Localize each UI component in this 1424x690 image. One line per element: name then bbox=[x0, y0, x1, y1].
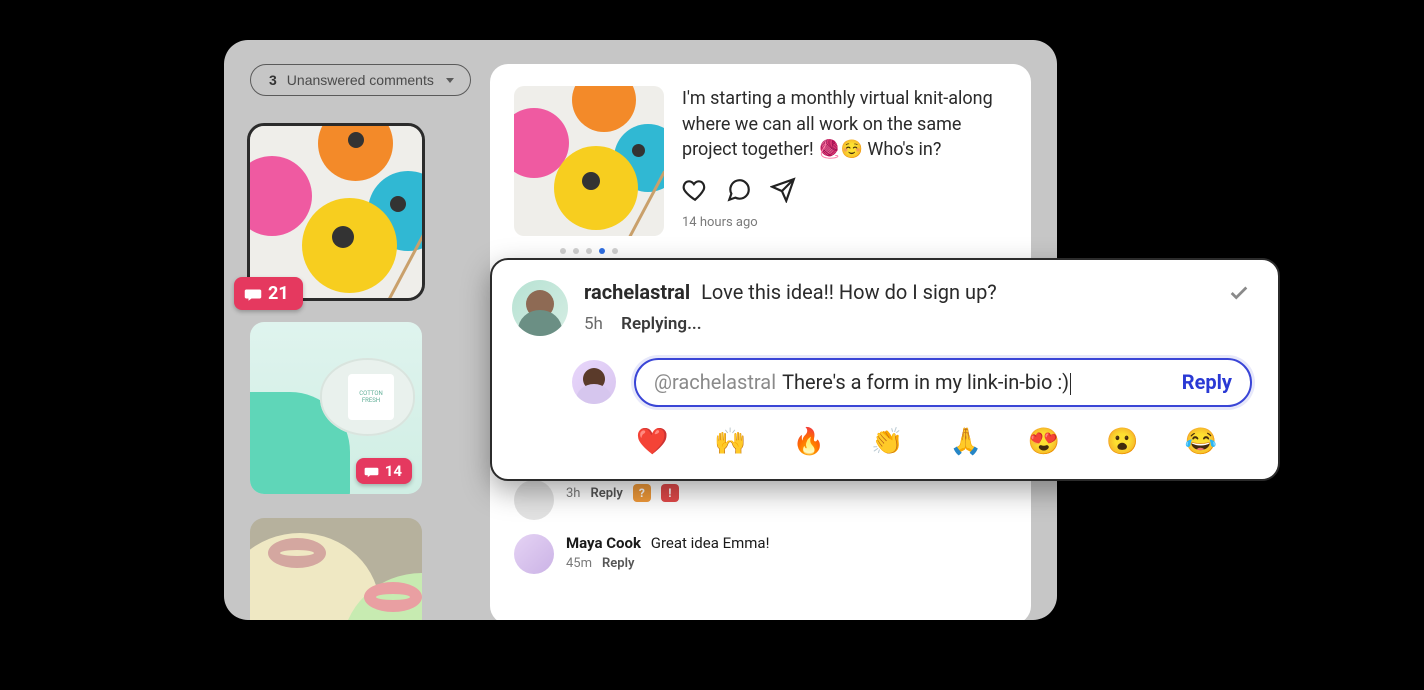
heart-icon bbox=[682, 177, 708, 203]
comment-count-badge: 14 bbox=[356, 458, 412, 484]
reply-mention: @rachelastral bbox=[654, 370, 776, 394]
comment-time: 45m bbox=[566, 556, 592, 571]
comment-count: 21 bbox=[268, 283, 289, 304]
my-avatar bbox=[572, 360, 616, 404]
emoji-fire[interactable]: 🔥 bbox=[793, 427, 825, 457]
thumbnail-image bbox=[250, 518, 422, 620]
reply-draft-text: There's a form in my link-in-bio :) bbox=[782, 370, 1164, 395]
like-button[interactable] bbox=[682, 177, 708, 203]
reply-input[interactable]: @rachelastral There's a form in my link-… bbox=[634, 358, 1252, 407]
emoji-joy[interactable]: 😂 bbox=[1185, 427, 1217, 457]
reply-overlay: rachelastral Love this idea!! How do I s… bbox=[490, 258, 1280, 481]
avatar bbox=[514, 534, 554, 574]
avatar bbox=[514, 480, 554, 520]
mark-done-button[interactable] bbox=[1228, 282, 1250, 308]
speech-bubble-icon bbox=[726, 177, 752, 203]
post-media-column bbox=[514, 86, 664, 254]
post-caption: I'm starting a monthly virtual knit-alon… bbox=[682, 86, 1007, 163]
filter-count: 3 bbox=[269, 72, 277, 88]
commenter-avatar bbox=[512, 280, 568, 336]
comment-time: 5h bbox=[584, 314, 603, 334]
comment-text: Great idea Emma! bbox=[651, 534, 770, 552]
yarn-label-text: COTTON FRESH bbox=[348, 374, 394, 420]
comment-row[interactable]: 3h Reply ? ! bbox=[514, 480, 1007, 520]
post-timestamp: 14 hours ago bbox=[682, 215, 1007, 230]
post-thumbnails: 21 COTTON FRESH 14 bbox=[250, 126, 472, 620]
check-icon bbox=[1228, 282, 1250, 304]
filter-unanswered[interactable]: 3 Unanswered comments bbox=[250, 64, 471, 96]
comment-button[interactable] bbox=[726, 177, 752, 203]
emoji-heart[interactable]: ❤️ bbox=[636, 427, 668, 457]
reply-link[interactable]: Reply bbox=[602, 556, 634, 571]
filter-label: Unanswered comments bbox=[287, 72, 434, 88]
emoji-wow[interactable]: 😮 bbox=[1106, 427, 1138, 457]
post-actions bbox=[682, 177, 1007, 203]
replying-status: Replying... bbox=[621, 314, 701, 334]
comment-icon bbox=[364, 464, 379, 479]
share-button[interactable] bbox=[770, 177, 796, 203]
image-pager[interactable] bbox=[514, 248, 664, 254]
emoji-pray[interactable]: 🙏 bbox=[950, 427, 982, 457]
commenter-username[interactable]: rachelastral bbox=[584, 280, 690, 304]
reply-link[interactable]: Reply bbox=[590, 486, 622, 501]
emoji-hearteyes[interactable]: 😍 bbox=[1028, 427, 1060, 457]
post-thumbnail-2[interactable]: COTTON FRESH 14 bbox=[250, 322, 422, 494]
send-icon bbox=[770, 177, 796, 203]
emoji-clap[interactable]: 👏 bbox=[871, 427, 903, 457]
alert-flag-icon: ! bbox=[661, 484, 679, 502]
sidebar: 3 Unanswered comments 21 bbox=[250, 64, 472, 620]
comment-text: Love this idea!! How do I sign up? bbox=[701, 280, 997, 304]
emoji-hands[interactable]: 🙌 bbox=[714, 427, 746, 457]
comments-list: 3h Reply ? ! Maya Cook Great idea Emma! … bbox=[514, 480, 1007, 574]
emoji-quick-picker: ❤️ 🙌 🔥 👏 🙏 😍 😮 😂 bbox=[636, 427, 1252, 457]
commenter-name: Maya Cook bbox=[566, 534, 641, 552]
question-flag-icon: ? bbox=[633, 484, 651, 502]
comment-count-badge: 21 bbox=[234, 277, 303, 310]
post-thumbnail-1[interactable]: 21 bbox=[250, 126, 422, 298]
send-reply-button[interactable]: Reply bbox=[1182, 370, 1232, 394]
post-thumbnail-3[interactable] bbox=[250, 518, 422, 620]
comment-icon bbox=[244, 285, 262, 303]
chevron-down-icon bbox=[446, 78, 454, 83]
comment-count: 14 bbox=[385, 462, 402, 480]
post-image[interactable] bbox=[514, 86, 664, 236]
comment-row[interactable]: Maya Cook Great idea Emma! 45m Reply bbox=[514, 534, 1007, 574]
thumbnail-image bbox=[250, 126, 422, 298]
comment-time: 3h bbox=[566, 486, 580, 501]
